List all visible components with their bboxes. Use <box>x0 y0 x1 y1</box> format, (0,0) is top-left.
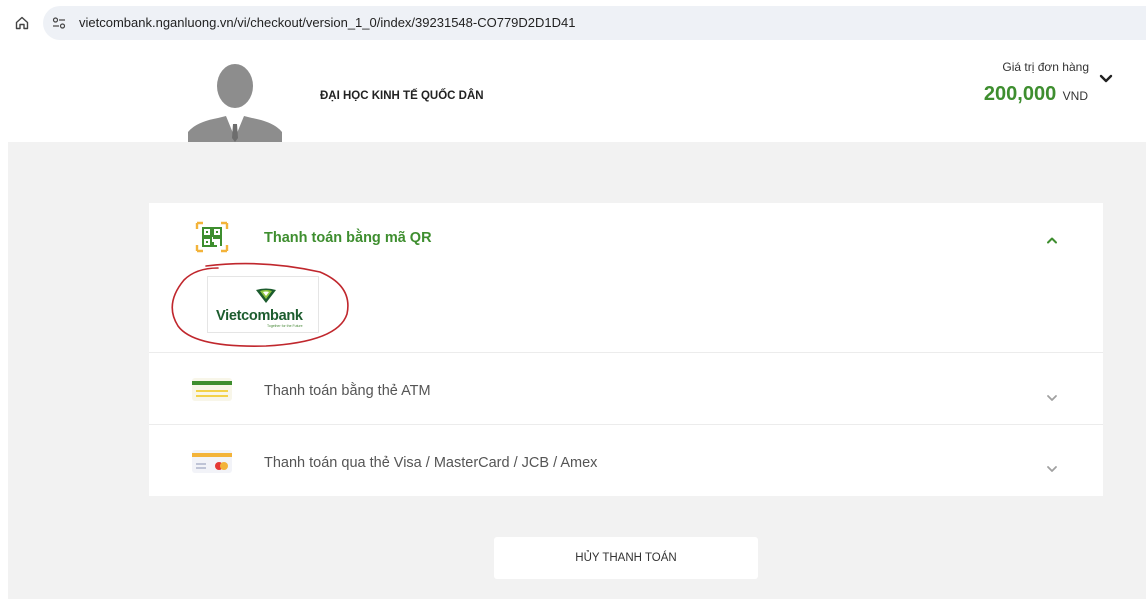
payment-method-label: Thanh toán bằng mã QR <box>264 230 432 246</box>
site-settings-icon[interactable] <box>52 16 66 30</box>
payment-method-visa[interactable]: Thanh toán qua thẻ Visa / MasterCard / J… <box>149 424 1103 496</box>
chevron-down-icon[interactable] <box>1046 394 1058 402</box>
payment-method-qr[interactable]: Thanh toán bằng mã QR Vietcombank Togeth… <box>149 203 1103 352</box>
qr-code-icon <box>195 221 229 253</box>
chevron-down-icon[interactable] <box>1099 74 1113 84</box>
merchant-avatar <box>188 58 282 142</box>
order-value: 200,000 VND <box>984 83 1088 106</box>
payment-method-label: Thanh toán bằng thẻ ATM <box>264 383 431 399</box>
merchant-header: ĐẠI HỌC KINH TẾ QUỐC DÂN Giá trị đơn hàn… <box>0 46 1146 142</box>
order-amount: 200,000 <box>983 83 1057 105</box>
url-text: vietcombank.nganluong.vn/vi/checkout/ver… <box>79 15 576 30</box>
vietcombank-logo-icon <box>256 288 276 303</box>
bank-tagline: Together for the Future <box>267 324 303 328</box>
order-value-label: Giá trị đơn hàng <box>1002 60 1089 74</box>
payment-methods-card: Thanh toán bằng mã QR Vietcombank Togeth… <box>149 203 1103 496</box>
atm-card-icon <box>192 378 232 401</box>
home-icon[interactable] <box>14 15 30 31</box>
bank-option-vietcombank[interactable]: Vietcombank Together for the Future <box>207 276 319 333</box>
merchant-name: ĐẠI HỌC KINH TẾ QUỐC DÂN <box>320 90 484 102</box>
url-field[interactable]: vietcombank.nganluong.vn/vi/checkout/ver… <box>43 6 1146 40</box>
credit-card-icon <box>192 450 232 473</box>
payment-method-atm[interactable]: Thanh toán bằng thẻ ATM <box>149 352 1103 424</box>
browser-address-bar: vietcombank.nganluong.vn/vi/checkout/ver… <box>0 0 1146 46</box>
chevron-up-icon[interactable] <box>1046 236 1058 244</box>
order-currency: VND <box>1062 89 1088 103</box>
chevron-down-icon[interactable] <box>1046 465 1058 473</box>
bank-name: Vietcombank <box>216 308 303 324</box>
cancel-payment-button[interactable]: HỦY THANH TOÁN <box>494 537 758 579</box>
payment-method-label: Thanh toán qua thẻ Visa / MasterCard / J… <box>264 455 598 471</box>
